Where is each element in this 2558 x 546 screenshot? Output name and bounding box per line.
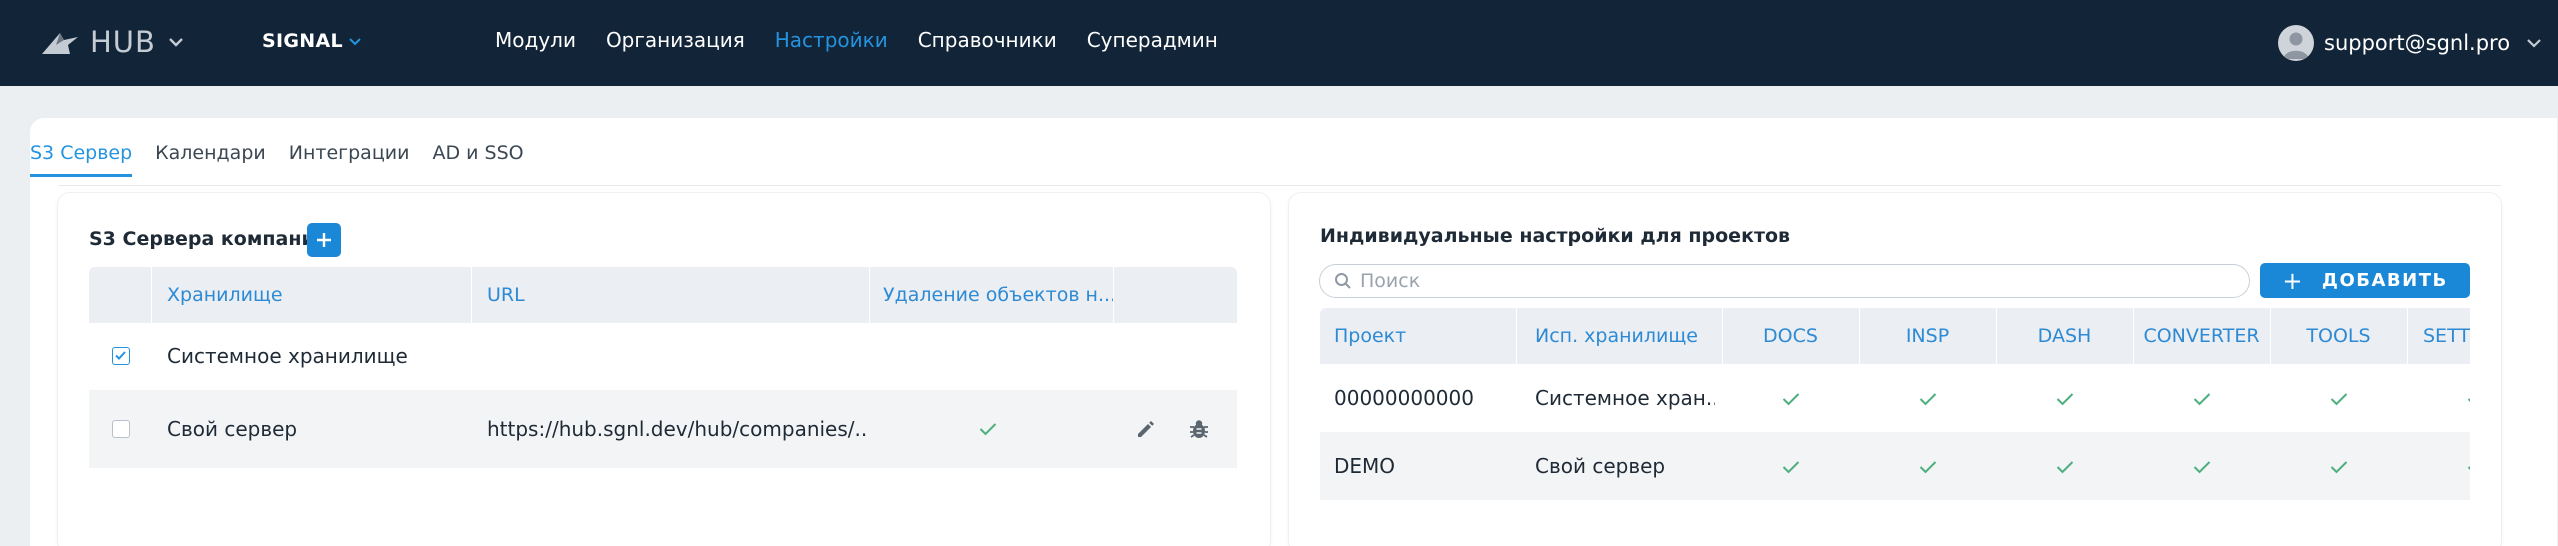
check-icon xyxy=(2056,461,2074,474)
table-row[interactable]: DEMO Свой сервер xyxy=(1320,432,2470,500)
table-row[interactable]: Системное хранилище xyxy=(89,323,1237,390)
project-storage: Свой сервер xyxy=(1535,454,1666,478)
check-icon xyxy=(979,423,997,436)
tab-calendars[interactable]: Календари xyxy=(155,142,266,177)
column-divider xyxy=(1113,267,1114,323)
user-email: support@sgnl.pro xyxy=(2324,31,2511,55)
plus-icon xyxy=(317,233,331,247)
s3-servers-title: S3 Сервера компании xyxy=(89,228,329,250)
storage-name: Системное хранилище xyxy=(167,344,408,368)
organization-name: SIGNAL xyxy=(262,30,343,52)
table-row[interactable]: 00000000000 Системное хран... xyxy=(1320,364,2470,432)
check-icon xyxy=(2330,461,2348,474)
project-settings-title: Индивидуальные настройки для проектов xyxy=(1320,225,1791,247)
table-header: Проект Исп. хранилище DOCS INSP DASH CON… xyxy=(1320,308,2470,364)
plus-icon: + xyxy=(2282,266,2304,295)
column-header-converter[interactable]: CONVERTER xyxy=(2133,308,2270,364)
check-icon xyxy=(1919,393,1937,406)
edit-icon[interactable] xyxy=(1135,418,1157,440)
project-code: 00000000000 xyxy=(1334,386,1474,410)
column-divider xyxy=(1516,308,1517,364)
search-placeholder: Поиск xyxy=(1360,270,1421,292)
column-header-project[interactable]: Проект xyxy=(1334,308,1406,364)
project-storage: Системное хран... xyxy=(1535,386,1715,410)
add-button-label: ДОБАВИТЬ xyxy=(2321,270,2448,291)
column-header-storage[interactable]: Исп. хранилище xyxy=(1535,308,1698,364)
check-icon xyxy=(2193,393,2211,406)
chevron-down-icon xyxy=(2527,38,2541,48)
check-icon xyxy=(1782,461,1800,474)
column-header-docs[interactable]: DOCS xyxy=(1722,308,1859,364)
tabs-divider xyxy=(58,185,2501,186)
project-code: DEMO xyxy=(1334,454,1396,478)
chevron-down-icon xyxy=(349,37,361,45)
tab-ad-sso[interactable]: AD и SSO xyxy=(432,142,523,177)
hub-logo-menu[interactable]: HUB xyxy=(40,22,184,62)
settings-tabs: S3 Сервер Календари Интеграции AD и SSO xyxy=(30,142,547,177)
table-header: Хранилище URL Удаление объектов н... xyxy=(89,267,1237,323)
column-divider xyxy=(869,267,870,323)
chevron-down-icon xyxy=(169,38,183,47)
column-header-settings[interactable]: SETT xyxy=(2423,308,2470,364)
column-header-delete-objects[interactable]: Удаление объектов н... xyxy=(883,267,1113,323)
column-header-dash[interactable]: DASH xyxy=(1996,308,2133,364)
nav-item-settings[interactable]: Настройки xyxy=(775,28,888,52)
column-header-url[interactable]: URL xyxy=(487,267,867,323)
brand-name: HUB xyxy=(90,25,156,59)
column-header-storage[interactable]: Хранилище xyxy=(167,267,467,323)
column-header-insp[interactable]: INSP xyxy=(1859,308,1996,364)
user-icon xyxy=(2283,32,2309,59)
hub-logo-icon xyxy=(42,33,78,54)
nav-item-organization[interactable]: Организация xyxy=(606,28,745,52)
s3-servers-table: Хранилище URL Удаление объектов н... Сис… xyxy=(89,267,1237,468)
nav-item-superadmin[interactable]: Суперадмин xyxy=(1087,28,1218,52)
tab-s3-server[interactable]: S3 Сервер xyxy=(30,142,133,177)
row-checkbox[interactable] xyxy=(112,347,130,365)
search-icon xyxy=(1335,273,1351,289)
bug-icon[interactable] xyxy=(1187,417,1211,441)
organization-selector[interactable]: SIGNAL xyxy=(262,30,361,52)
storage-name: Свой сервер xyxy=(167,417,298,441)
add-project-button[interactable]: + ДОБАВИТЬ xyxy=(2260,263,2470,298)
check-icon xyxy=(2467,466,2470,470)
table-row[interactable]: Свой сервер https://hub.sgnl.dev/hub/com… xyxy=(89,390,1237,468)
check-icon xyxy=(2193,461,2211,474)
column-divider xyxy=(471,267,472,323)
storage-url: https://hub.sgnl.dev/hub/companies/... xyxy=(487,417,867,441)
tab-integrations[interactable]: Интеграции xyxy=(289,142,410,177)
check-icon xyxy=(2330,393,2348,406)
check-icon xyxy=(115,351,126,360)
user-menu[interactable]: support@sgnl.pro xyxy=(2278,25,2542,61)
check-icon xyxy=(1782,393,1800,406)
column-divider xyxy=(2407,308,2408,364)
row-checkbox[interactable] xyxy=(112,420,130,438)
nav-item-directories[interactable]: Справочники xyxy=(918,28,1057,52)
check-icon xyxy=(1919,461,1937,474)
column-header-tools[interactable]: TOOLS xyxy=(2270,308,2407,364)
check-icon xyxy=(2467,398,2470,402)
add-s3-server-button[interactable] xyxy=(307,223,341,257)
projects-table: Проект Исп. хранилище DOCS INSP DASH CON… xyxy=(1320,308,2470,503)
top-bar xyxy=(0,0,2558,86)
search-input[interactable]: Поиск xyxy=(1319,264,2250,298)
main-nav: Модули Организация Настройки Справочники… xyxy=(495,28,1248,52)
check-icon xyxy=(2056,393,2074,406)
column-divider xyxy=(151,267,152,323)
nav-item-modules[interactable]: Модули xyxy=(495,28,576,52)
avatar xyxy=(2278,25,2314,61)
